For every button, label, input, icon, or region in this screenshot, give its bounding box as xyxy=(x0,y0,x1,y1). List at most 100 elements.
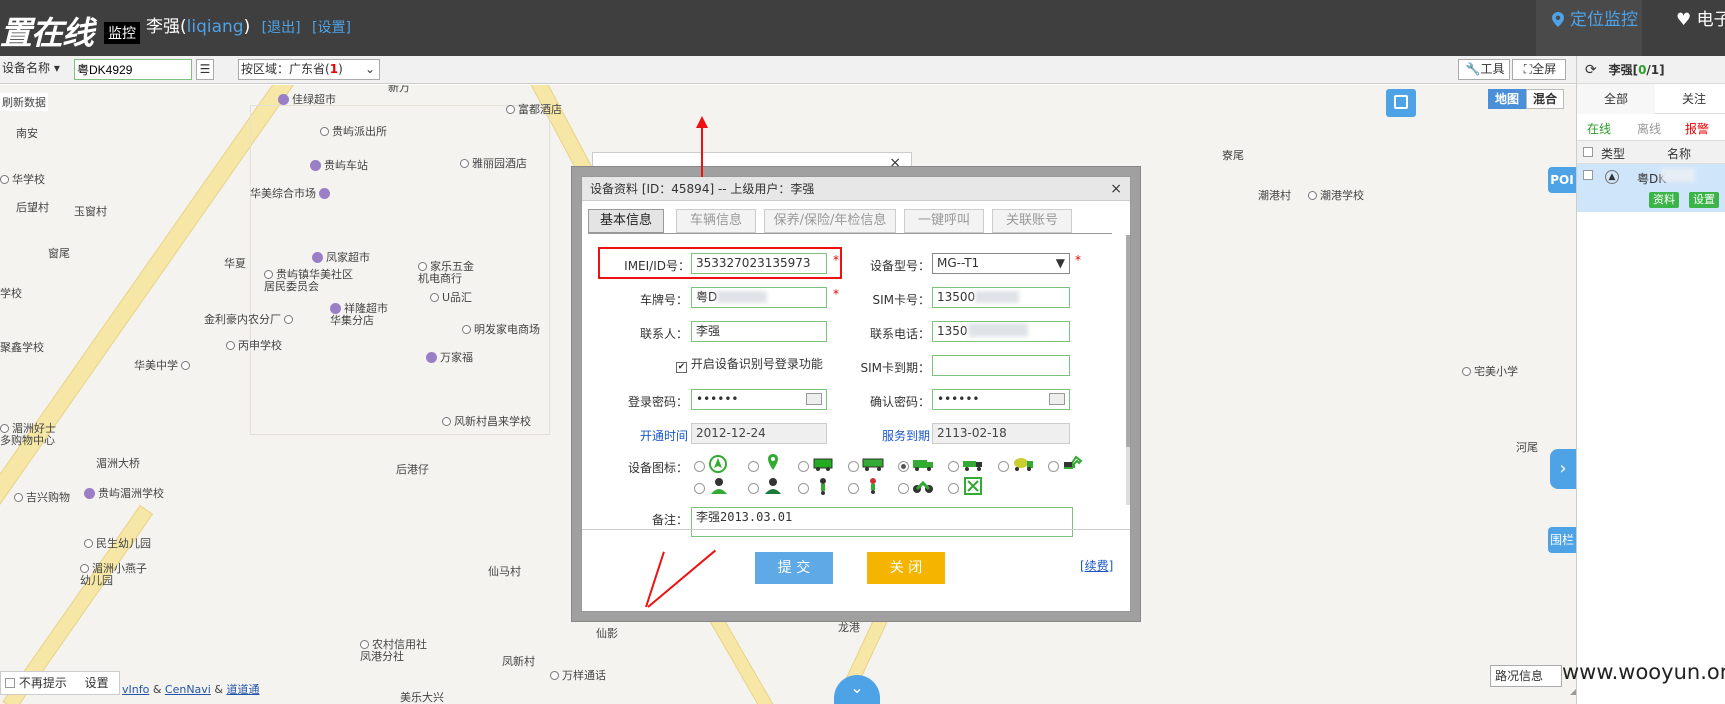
traffic-toggle[interactable]: 路况信息 xyxy=(1490,665,1562,687)
filter-offline[interactable]: 离线 xyxy=(1637,120,1661,137)
layers-button[interactable] xyxy=(1386,89,1416,117)
redacted-blur xyxy=(717,291,768,303)
map-label: 后港仔 xyxy=(396,463,429,476)
settings-link[interactable]: [设置] xyxy=(312,20,351,36)
col-type: 类型 xyxy=(1601,147,1626,161)
map-type-hybrid[interactable]: 混合 xyxy=(1526,89,1564,109)
tab-all[interactable]: 全部 xyxy=(1577,84,1655,114)
footer-divider xyxy=(582,529,1130,530)
map-type-map[interactable]: 地图 xyxy=(1488,89,1526,109)
plate-input[interactable]: 粤D xyxy=(691,287,827,308)
tools-button[interactable]: 🔧工具 xyxy=(1458,59,1510,80)
map-poi: 贵屿派出所 xyxy=(320,123,387,139)
map-poi: 湄洲好士多购物中心 xyxy=(0,422,56,447)
dialog-title: 设备资料 [ID：45894] -- 上级用户：李强 × xyxy=(582,177,1130,201)
icon-radio[interactable] xyxy=(948,461,959,472)
icon-radio[interactable] xyxy=(694,483,705,494)
auth-login-option[interactable]: ✔ 开启设备识别号登录功能 xyxy=(676,355,823,373)
refresh-icon[interactable]: ⟳ xyxy=(1585,62,1597,78)
phone-input[interactable]: 1350 xyxy=(932,321,1070,342)
device-info-button[interactable]: 资料 xyxy=(1649,192,1679,208)
map-label: 后望村 xyxy=(16,201,49,214)
device-settings-button[interactable]: 设置 xyxy=(1689,192,1719,208)
traffic-label: 路况信息 xyxy=(1495,669,1544,683)
bicycle-icon xyxy=(820,478,826,495)
device-search-input[interactable] xyxy=(74,59,192,80)
submit-button[interactable]: 提 交 xyxy=(755,552,833,584)
nav-electronic[interactable]: ♥ 电子 xyxy=(1676,0,1725,40)
no-remind-checkbox[interactable] xyxy=(5,678,15,688)
attribution-link[interactable]: vInfo xyxy=(122,683,149,696)
select-all-checkbox[interactable] xyxy=(1583,147,1593,157)
scrollbar-thumb[interactable] xyxy=(1126,235,1130,447)
refresh-data-link[interactable]: 刷新数据 xyxy=(0,93,48,111)
region-select[interactable]: 按区域：广东省(1) ⌄ xyxy=(238,59,380,80)
search-field-select-value: 设备名称 xyxy=(2,61,51,75)
logout-link[interactable]: [退出] xyxy=(262,20,301,36)
confirm-password-input[interactable]: •••••• xyxy=(932,389,1070,410)
icon-radio[interactable] xyxy=(998,461,1009,472)
region-close-paren: ) xyxy=(338,62,343,76)
list-icon[interactable]: ☰ xyxy=(196,59,214,80)
keyboard-icon[interactable] xyxy=(806,393,822,405)
dialog-title-text: 设备资料 [ID：45894] -- 上级用户：李强 xyxy=(590,182,815,196)
tab-vehicle-info[interactable]: 车辆信息 xyxy=(676,209,756,233)
truck-icon xyxy=(813,458,833,471)
model-select[interactable]: MG--T1 ▼ xyxy=(932,253,1070,274)
keyboard-icon[interactable] xyxy=(1049,393,1065,405)
fence-button[interactable]: 围栏 xyxy=(1548,527,1576,553)
auth-login-label: 开启设备识别号登录功能 xyxy=(690,357,823,371)
attribution-link[interactable]: 道道通 xyxy=(226,683,259,696)
renew-link[interactable]: [续费] xyxy=(1080,557,1113,574)
note-textarea[interactable]: 李强2013.03.01 xyxy=(691,507,1073,537)
tab-follow[interactable]: 关注 xyxy=(1663,84,1725,114)
chevron-down-icon[interactable]: ⌄ xyxy=(834,675,880,704)
chevron-right-icon[interactable]: › xyxy=(1550,449,1576,489)
device-row[interactable]: ▲ 粤DK 资料 设置 xyxy=(1577,164,1725,212)
icon-radio[interactable] xyxy=(848,461,859,472)
remind-settings-link[interactable]: 设置 xyxy=(85,676,109,690)
auth-login-checkbox[interactable]: ✔ xyxy=(676,362,687,373)
icon-radio[interactable] xyxy=(798,483,809,494)
icon-radio[interactable] xyxy=(898,483,909,494)
sim-input[interactable]: 13500 xyxy=(932,287,1070,308)
device-checkbox[interactable] xyxy=(1583,170,1593,180)
map-label: 聚鑫学校 xyxy=(0,341,44,354)
device-list-panel: ⟳ 李强[0/1] 全部 关注 在线 离线 报警 类型 名称 ▲ 粤DK 资料 … xyxy=(1576,56,1725,704)
icon-radio[interactable] xyxy=(848,483,859,494)
search-field-select[interactable]: 设备名称 ▾ xyxy=(0,59,64,80)
icon-radio-selected[interactable] xyxy=(898,461,909,472)
col-name: 名称 xyxy=(1667,147,1692,161)
sim-expire-input[interactable] xyxy=(932,355,1070,376)
icon-radio[interactable] xyxy=(1048,461,1059,472)
device-icon-label: 设备图标： xyxy=(627,461,688,475)
tab-basic-info[interactable]: 基本信息 xyxy=(588,209,664,233)
sim-expire-label: SIM卡到期： xyxy=(860,361,930,375)
tab-maintenance-info[interactable]: 保养/保险/年检信息 xyxy=(764,209,896,233)
filter-online[interactable]: 在线 xyxy=(1587,120,1611,137)
contact-input[interactable]: 李强 xyxy=(691,321,827,342)
icon-radio[interactable] xyxy=(948,483,959,494)
fullscreen-button[interactable]: ⛶全屏 xyxy=(1512,59,1566,80)
scrollbar[interactable] xyxy=(1126,235,1130,505)
close-button[interactable]: 关 闭 xyxy=(867,552,945,584)
plate-value: 粤D xyxy=(696,290,718,304)
tab-one-key-call[interactable]: 一键呼叫 xyxy=(904,209,984,233)
poi-button[interactable]: POI xyxy=(1548,167,1576,193)
tab-linked-accounts[interactable]: 关联账号 xyxy=(992,209,1072,233)
login-password-input[interactable]: •••••• xyxy=(691,389,827,410)
icon-radio[interactable] xyxy=(748,461,759,472)
imei-input[interactable]: 353327023135973 xyxy=(691,253,827,274)
icon-radio[interactable] xyxy=(748,483,759,494)
map-poi: 金利豪内农分厂 xyxy=(204,311,296,327)
tab-divider xyxy=(588,233,1112,234)
filter-alarm[interactable]: 报警 xyxy=(1685,120,1709,137)
nav-locate-monitor[interactable]: 定位监控 xyxy=(1536,0,1642,56)
attribution-link[interactable]: CenNavi xyxy=(165,683,211,696)
map-attribution: vInfo & CenNavi & 道道通 xyxy=(122,683,260,696)
logo-badge: 监控 xyxy=(104,22,140,44)
map-poi: U品汇 xyxy=(430,289,472,305)
icon-radio[interactable] xyxy=(694,461,705,472)
close-icon[interactable]: × xyxy=(1110,177,1122,201)
icon-radio[interactable] xyxy=(798,461,809,472)
